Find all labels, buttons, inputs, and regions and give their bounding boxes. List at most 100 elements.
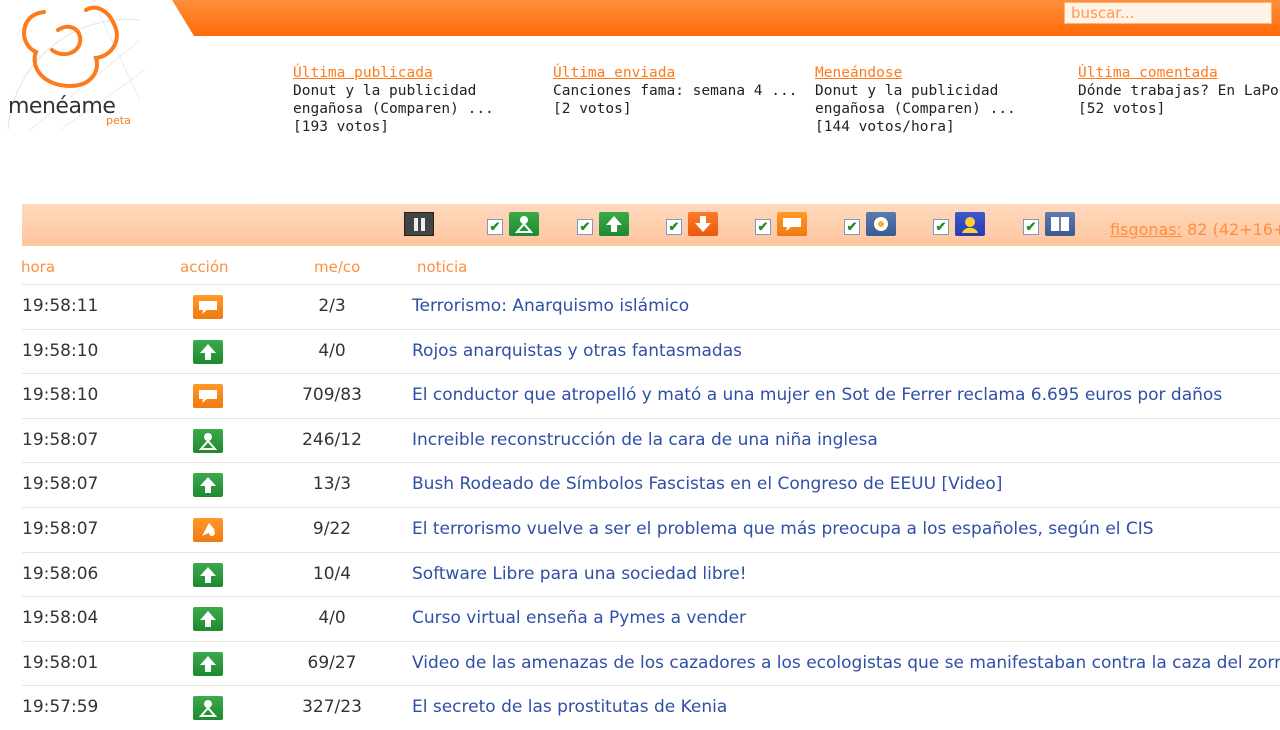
filter-checkbox[interactable]: ✔: [755, 219, 771, 235]
column-header-noticia: noticia: [417, 258, 468, 276]
row-meco: 246/12: [302, 429, 362, 450]
table-row: 19:58:11 2/3 Terrorismo: Anarquismo islámi…: [22, 284, 1280, 329]
row-news-link[interactable]: Increible reconstrucción de la cara de u…: [412, 430, 878, 450]
summary-news-line[interactable]: Canciones fama: semana 4 ...: [553, 82, 797, 100]
row-meco: 13/3: [312, 474, 352, 495]
filter-vote-down: ✔: [666, 212, 718, 238]
vote-up-icon: [193, 562, 223, 587]
summary-news-line[interactable]: engañosa (Comparen) ...: [815, 100, 1016, 118]
summary-news-line[interactable]: Donut y la publicidad: [815, 82, 1016, 100]
summary-title-link[interactable]: Última comentada: [1078, 64, 1280, 82]
live-activity-list: 19:58:11 2/3 Terrorismo: Anarquismo islámi…: [22, 284, 1280, 730]
summary-votes: [2 votos]: [553, 101, 632, 117]
row-news-link[interactable]: Curso virtual enseña a Pymes a vender: [412, 608, 746, 628]
summary-title-link[interactable]: Meneándose: [815, 64, 1016, 82]
visitors-label[interactable]: fisgonas:: [1110, 220, 1182, 239]
row-news-link[interactable]: El conductor que atropelló y mató a una …: [412, 385, 1222, 405]
row-news-link[interactable]: El secreto de las prostitutas de Kenia: [412, 697, 727, 717]
row-time: 19:58:07: [22, 518, 99, 539]
vote-up-icon: [193, 339, 223, 364]
filter-checkbox[interactable]: ✔: [577, 219, 593, 235]
table-row: 19:58:10 4/0 Rojos anarquistas y otras fan…: [22, 328, 1280, 374]
pause-icon[interactable]: [404, 212, 434, 236]
filter-published: ✔: [487, 212, 539, 238]
live-filter-bar: [22, 204, 1280, 246]
summary-last-sent: Última enviada Canciones fama: semana 4 …: [553, 64, 797, 118]
published-icon: [193, 696, 223, 721]
post-icon: [1045, 212, 1075, 236]
row-meco: 4/0: [318, 340, 346, 361]
published-icon: [509, 212, 539, 236]
row-meco: 709/83: [302, 385, 362, 406]
vote-up-icon: [599, 212, 629, 236]
summary-last-published: Última publicada Donut y la publicidad e…: [293, 64, 494, 136]
filter-vote-up: ✔: [577, 212, 629, 238]
vote-up-icon: [193, 473, 223, 498]
summary-news-line[interactable]: Donut y la publicidad: [293, 82, 494, 100]
row-time: 19:58:10: [22, 340, 99, 361]
row-meco: 4/0: [318, 608, 346, 629]
visitors-counter: fisgonas: 82 (42+16+: [1110, 220, 1280, 239]
row-news-link[interactable]: Video de las amenazas de los cazadores a…: [412, 653, 1280, 673]
search-input[interactable]: [1064, 2, 1272, 24]
row-time: 19:58:11: [22, 296, 99, 316]
table-row: 19:58:06 10/4 Software Libre para una soci…: [22, 551, 1280, 597]
column-header-hora: hora: [21, 258, 56, 276]
site-logo[interactable]: menéame peta: [0, 0, 150, 135]
table-row: 19:58:04 4/0 Curso virtual enseña a Pymes …: [22, 596, 1280, 641]
row-time: 19:58:01: [22, 652, 99, 673]
filter-users: ✔: [933, 212, 985, 238]
row-news-link[interactable]: Terrorismo: Anarquismo islámico: [412, 296, 689, 316]
comment-icon: [193, 384, 223, 409]
table-row: 19:58:07 13/3 Bush Rodeado de Símbolos Fas…: [22, 462, 1280, 507]
row-news-link[interactable]: Rojos anarquistas y otras fantasmadas: [412, 341, 742, 361]
vote-up-icon: [193, 607, 223, 632]
vote-down-icon: [688, 212, 718, 236]
filter-checkbox[interactable]: ✔: [487, 219, 503, 235]
filter-comments: ✔: [755, 212, 807, 238]
summary-votes: [52 votos]: [1078, 101, 1166, 117]
filter-new: ✔: [844, 212, 896, 238]
vote-up-icon: [193, 651, 223, 676]
filter-checkbox[interactable]: ✔: [844, 219, 860, 235]
row-time: 19:58:06: [22, 563, 99, 584]
row-time: 19:58:04: [22, 608, 99, 629]
summary-votes: [193 votos]: [293, 119, 390, 135]
comment-icon: [193, 295, 223, 319]
row-time: 19:58:07: [22, 474, 99, 495]
row-meco: 10/4: [312, 563, 352, 584]
logo-wordmark: menéame: [8, 94, 116, 119]
row-meco: 9/22: [312, 518, 352, 539]
row-time: 19:58:10: [22, 385, 99, 406]
summary-votes: [144 votos/hora]: [815, 119, 955, 135]
row-meco: 69/27: [307, 652, 357, 673]
row-meco: 327/23: [302, 697, 362, 718]
row-news-link[interactable]: El terrorismo vuelve a ser el problema q…: [412, 519, 1154, 539]
summary-trending: Meneándose Donut y la publicidad engaños…: [815, 64, 1016, 136]
row-meco: 2/3: [318, 296, 346, 316]
row-time: 19:57:59: [22, 697, 99, 718]
summary-last-commented: Última comentada Dónde trabajas? En LaPo…: [1078, 64, 1280, 118]
filter-posts: ✔: [1023, 212, 1075, 238]
comment-icon: [777, 212, 807, 236]
visitors-value: 82 (42+16+: [1187, 220, 1280, 239]
summary-title-link[interactable]: Última enviada: [553, 64, 797, 82]
logo-subtitle: peta: [106, 114, 131, 127]
filter-checkbox[interactable]: ✔: [666, 219, 682, 235]
filter-checkbox[interactable]: ✔: [933, 219, 949, 235]
table-row: 19:58:10 709/83 El conductor que atropelló…: [22, 373, 1280, 418]
user-icon: [955, 212, 985, 236]
new-icon: [193, 517, 223, 542]
table-row: 19:58:07 9/22 El terrorismo vuelve a ser e…: [22, 506, 1280, 552]
published-icon: [193, 428, 223, 453]
summary-title-link[interactable]: Última publicada: [293, 64, 494, 82]
summary-news-line[interactable]: engañosa (Comparen) ...: [293, 100, 494, 118]
new-icon: [866, 212, 896, 236]
row-time: 19:58:07: [22, 429, 99, 450]
column-header-meco: me/co: [314, 258, 361, 276]
row-news-link[interactable]: Software Libre para una sociedad libre!: [412, 564, 747, 584]
filter-checkbox[interactable]: ✔: [1023, 219, 1039, 235]
row-news-link[interactable]: Bush Rodeado de Símbolos Fascistas en el…: [412, 474, 1002, 494]
table-row: 19:58:07 246/12 Increible reconstrucción d…: [22, 417, 1280, 463]
summary-news-line[interactable]: Dónde trabajas? En LaPo: [1078, 82, 1280, 100]
